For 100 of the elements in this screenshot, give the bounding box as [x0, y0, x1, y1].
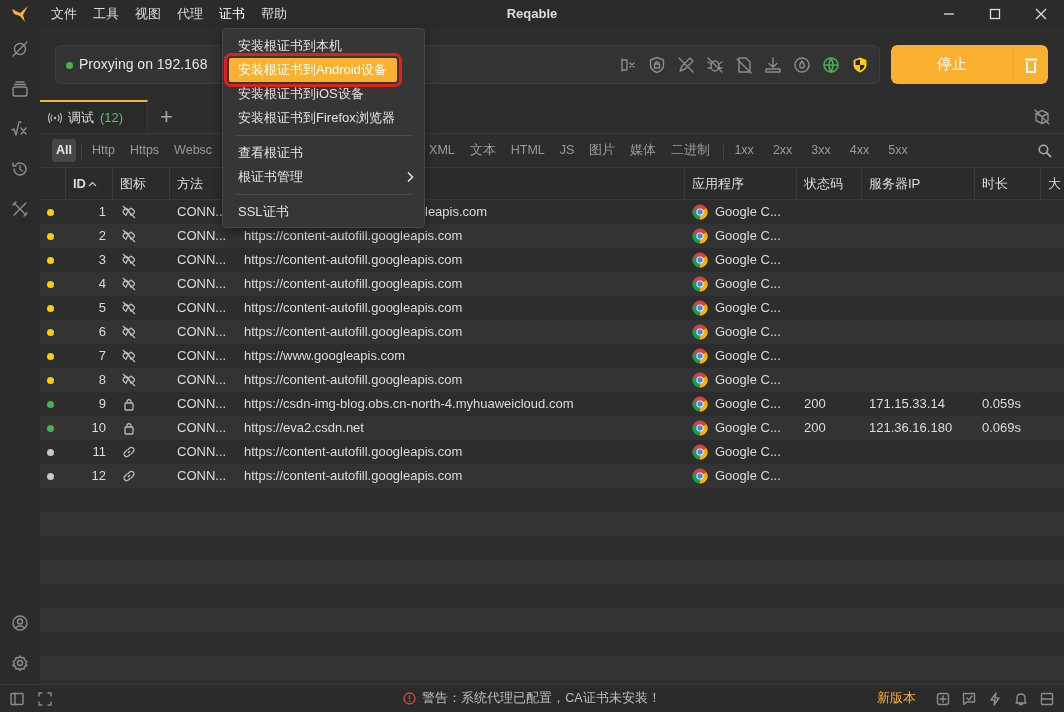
menu-item[interactable]: 安装根证书到Firefox浏览器 — [223, 106, 424, 130]
add-tab-button[interactable]: + — [148, 100, 185, 133]
orbit-icon[interactable] — [11, 40, 29, 58]
history-icon[interactable] — [11, 160, 29, 178]
filter-bar-icon[interactable] — [619, 55, 637, 74]
cube-off-icon[interactable] — [1034, 108, 1050, 125]
filter-tab[interactable]: HTML — [506, 139, 549, 162]
table-cell-text: https://content-autofill.googleapis.com — [244, 227, 463, 246]
bolt-icon[interactable] — [988, 691, 1002, 706]
table-cell-text: CONN... — [177, 323, 227, 342]
table-cell-text: CONN... — [177, 347, 227, 366]
sidebar-toggle-icon[interactable] — [10, 691, 24, 706]
menu-item[interactable]: 安装根证书到本机 — [223, 34, 424, 58]
table-cell-text: 4 — [98, 275, 106, 294]
tools-icon[interactable] — [11, 200, 29, 218]
tab[interactable]: 调试 (12) — [40, 100, 148, 133]
maximize-icon[interactable] — [989, 8, 1001, 20]
table-cell-text: Google C... — [715, 299, 781, 318]
warning-message: 警告：系统代理已配置，CA证书未安装！ — [422, 690, 661, 708]
account-icon[interactable] — [11, 614, 29, 632]
tricolor-circle-icon — [692, 468, 708, 484]
filter-tab[interactable]: 1xx — [730, 139, 758, 162]
table-cell-text: https://eva2.csdn.net — [244, 419, 364, 438]
bug-off-icon[interactable] — [706, 55, 724, 74]
globe-icon[interactable] — [822, 55, 840, 74]
table-cell-text: Google C... — [715, 347, 781, 366]
table-cell-text: Google C... — [715, 395, 781, 414]
file-off-icon[interactable] — [735, 55, 753, 74]
table-cell-text: Google C... — [715, 323, 781, 342]
menu-item[interactable]: 工具 — [85, 4, 127, 24]
table-cell-text: CONN... — [177, 443, 227, 462]
filter-tab[interactable]: 媒体 — [626, 139, 661, 162]
table-cell-text: https://csdn-img-blog.obs.cn-north-4.myhuaweicloud.com — [244, 395, 574, 414]
menu-item[interactable]: 根证书管理 — [223, 165, 424, 189]
filter-tab[interactable]: All — [52, 139, 76, 162]
table-cell-text: https://content-autofill.googleapis.com — [244, 443, 463, 462]
menu-item[interactable]: 文件 — [43, 4, 85, 24]
column-header[interactable]: 应用程序 — [692, 173, 744, 194]
menu-item[interactable]: 安装根证书到iOS设备 — [223, 82, 424, 106]
filter-tab[interactable]: JS — [555, 139, 579, 162]
drop-icon[interactable] — [793, 55, 811, 74]
filter-tab[interactable]: 二进制 — [667, 139, 715, 162]
shield-icon[interactable] — [851, 55, 869, 74]
column-header[interactable]: ID — [73, 173, 86, 194]
table-cell-text: CONN... — [177, 419, 227, 438]
add-icon[interactable] — [936, 691, 950, 706]
proxy-status: Proxying on 192.168 — [79, 56, 208, 72]
filter-tab[interactable]: 4xx — [845, 139, 874, 162]
pen-off-icon[interactable] — [677, 55, 695, 74]
download-icon[interactable] — [764, 55, 782, 74]
menu-item[interactable]: 查看根证书 — [223, 141, 424, 165]
filter-tab[interactable]: 3xx — [807, 139, 835, 162]
column-header[interactable]: 大 — [1048, 173, 1061, 194]
column-header[interactable]: 时长 — [982, 173, 1008, 194]
filter-tab[interactable]: Http — [88, 139, 119, 162]
tricolor-circle-icon — [692, 276, 708, 292]
menu-item[interactable]: 帮助 — [253, 4, 295, 24]
tricolor-circle-icon — [692, 372, 708, 388]
table-cell-text: Google C... — [715, 419, 781, 438]
menu-item[interactable]: 证书 — [211, 4, 253, 24]
filter-tab[interactable]: 文本 — [465, 139, 500, 162]
settings-icon[interactable] — [11, 654, 29, 672]
table-cell-text: 0.059s — [982, 395, 1022, 414]
table-cell-text: https://content-autofill.googleapis.com — [244, 371, 463, 390]
shield-lock-icon[interactable] — [648, 55, 666, 74]
tricolor-circle-icon — [692, 444, 708, 460]
fullscreen-icon[interactable] — [38, 691, 52, 706]
table-cell-text: 171.15.33.14 — [869, 395, 945, 414]
table-cell-text: 12 — [91, 467, 106, 486]
feedback-icon[interactable] — [962, 691, 976, 706]
filter-tab[interactable]: Websc — [170, 139, 217, 162]
column-header[interactable]: 方法 — [177, 173, 203, 194]
tricolor-circle-icon — [692, 420, 708, 436]
table-cell-text: CONN... — [177, 299, 227, 318]
stack-icon[interactable] — [11, 80, 29, 98]
window-title: Reqable — [506, 6, 558, 22]
filter-tab[interactable]: Https — [125, 139, 164, 162]
column-header[interactable]: 服务器IP — [869, 173, 921, 194]
menu-item[interactable]: 视图 — [127, 4, 169, 24]
table-cell-text: CONN... — [177, 227, 227, 246]
close-icon[interactable] — [1035, 8, 1047, 20]
column-header[interactable]: 图标 — [120, 173, 146, 194]
table-cell-text: CONN... — [177, 371, 227, 390]
menu-item[interactable]: SSL证书 — [223, 200, 424, 224]
sort-up-icon[interactable] — [88, 180, 97, 187]
filter-tab[interactable]: 5xx — [884, 139, 912, 162]
search-icon[interactable] — [1038, 143, 1052, 158]
filter-tab[interactable]: 图片 — [585, 139, 620, 162]
tricolor-circle-icon — [692, 324, 708, 340]
table-cell-text: 2 — [98, 227, 106, 246]
column-header[interactable]: 状态码 — [804, 173, 843, 194]
chevron-right-icon — [406, 171, 414, 183]
bell-icon[interactable] — [1014, 691, 1028, 706]
formula-icon[interactable] — [11, 120, 29, 138]
update-link[interactable]: 新版本 — [877, 689, 916, 708]
filter-tab[interactable]: 2xx — [768, 139, 797, 162]
layout-icon[interactable] — [1040, 691, 1054, 706]
filter-tab[interactable]: XML — [425, 139, 459, 162]
table-cell-text: 200 — [804, 395, 826, 414]
menu-item[interactable]: 代理 — [169, 4, 211, 24]
